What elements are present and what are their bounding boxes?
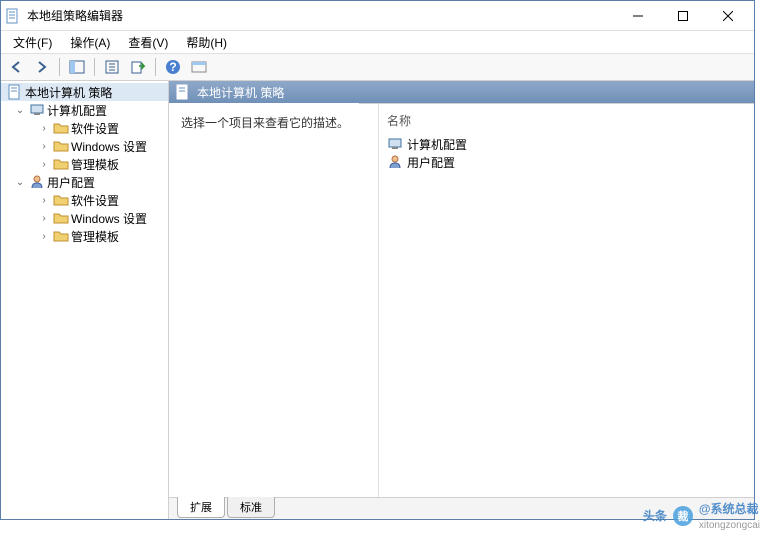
expand-icon[interactable]: ›: [37, 141, 51, 152]
menu-file[interactable]: 文件(F): [5, 32, 60, 53]
watermark-sub: xitongzongcai: [699, 520, 760, 531]
separator: [155, 58, 156, 76]
folder-icon: [53, 120, 69, 136]
list-item-computer[interactable]: 计算机配置: [387, 135, 746, 153]
details-header: 本地计算机 策略: [169, 81, 754, 103]
policy-icon: [7, 84, 23, 100]
minimize-button[interactable]: [615, 2, 660, 30]
back-button[interactable]: [5, 56, 27, 78]
menubar: 文件(F) 操作(A) 查看(V) 帮助(H): [1, 31, 754, 53]
tree-label: 管理模板: [71, 156, 119, 173]
expand-icon[interactable]: ›: [37, 195, 51, 206]
export-button[interactable]: [127, 56, 149, 78]
menu-action[interactable]: 操作(A): [62, 32, 118, 53]
maximize-button[interactable]: [660, 2, 705, 30]
tree-label: 管理模板: [71, 228, 119, 245]
folder-icon: [53, 156, 69, 172]
details-body: 选择一个项目来查看它的描述。 名称 计算机配置 用户配置: [169, 103, 754, 497]
tree-label: Windows 设置: [71, 210, 147, 227]
main-window: 本地组策略编辑器 文件(F) 操作(A) 查看(V) 帮助(H) ? 本地计算机…: [0, 0, 755, 520]
collapse-icon[interactable]: ⌄: [13, 105, 27, 116]
description-text: 选择一个项目来查看它的描述。: [181, 116, 349, 130]
tree-label: 软件设置: [71, 120, 119, 137]
policy-icon: [175, 84, 191, 100]
content-area: 本地计算机 策略 ⌄ 计算机配置 › 软件设置 › Windows 设置 › 管…: [1, 81, 754, 519]
folder-icon: [53, 192, 69, 208]
user-icon: [387, 154, 403, 170]
computer-icon: [387, 136, 403, 152]
view-tabs: 扩展 标准: [169, 497, 754, 519]
tree-pane[interactable]: 本地计算机 策略 ⌄ 计算机配置 › 软件设置 › Windows 设置 › 管…: [1, 81, 169, 519]
tree-windows-settings[interactable]: › Windows 设置: [1, 209, 168, 227]
user-icon: [29, 174, 45, 190]
tree-software-settings[interactable]: › 软件设置: [1, 119, 168, 137]
show-tree-button[interactable]: [66, 56, 88, 78]
window-title: 本地组策略编辑器: [27, 7, 615, 24]
tree-label: 本地计算机 策略: [25, 84, 112, 101]
tree-computer-config[interactable]: ⌄ 计算机配置: [1, 101, 168, 119]
tree-label: 用户配置: [47, 174, 95, 191]
window-controls: [615, 2, 750, 30]
separator: [59, 58, 60, 76]
titlebar: 本地组策略编辑器: [1, 1, 754, 31]
column-header-name[interactable]: 名称: [387, 110, 746, 135]
separator: [94, 58, 95, 76]
console-button[interactable]: [188, 56, 210, 78]
app-icon: [5, 8, 21, 24]
expand-icon[interactable]: ›: [37, 213, 51, 224]
list-item-user[interactable]: 用户配置: [387, 153, 746, 171]
tree-windows-settings[interactable]: › Windows 设置: [1, 137, 168, 155]
list-item-label: 计算机配置: [407, 136, 467, 153]
tree-software-settings[interactable]: › 软件设置: [1, 191, 168, 209]
properties-button[interactable]: [101, 56, 123, 78]
tree-label: Windows 设置: [71, 138, 147, 155]
folder-icon: [53, 228, 69, 244]
expand-icon[interactable]: ›: [37, 123, 51, 134]
details-title: 本地计算机 策略: [197, 84, 284, 101]
tree-admin-templates[interactable]: › 管理模板: [1, 227, 168, 245]
list-panel[interactable]: 名称 计算机配置 用户配置: [379, 104, 754, 497]
forward-button[interactable]: [31, 56, 53, 78]
help-button[interactable]: ?: [162, 56, 184, 78]
menu-view[interactable]: 查看(V): [120, 32, 176, 53]
menu-help[interactable]: 帮助(H): [178, 32, 235, 53]
tree-admin-templates[interactable]: › 管理模板: [1, 155, 168, 173]
folder-icon: [53, 210, 69, 226]
tree-user-config[interactable]: ⌄ 用户配置: [1, 173, 168, 191]
tree-root[interactable]: 本地计算机 策略: [1, 83, 168, 101]
svg-text:?: ?: [169, 60, 176, 74]
close-button[interactable]: [705, 2, 750, 30]
collapse-icon[interactable]: ⌄: [13, 177, 27, 188]
tab-extended[interactable]: 扩展: [177, 497, 225, 518]
tab-standard[interactable]: 标准: [227, 497, 275, 518]
list-item-label: 用户配置: [407, 154, 455, 171]
expand-icon[interactable]: ›: [37, 231, 51, 242]
computer-icon: [29, 102, 45, 118]
expand-icon[interactable]: ›: [37, 159, 51, 170]
toolbar: ?: [1, 53, 754, 81]
tree-label: 计算机配置: [47, 102, 107, 119]
details-pane: 本地计算机 策略 选择一个项目来查看它的描述。 名称 计算机配置 用户配置: [169, 81, 754, 519]
folder-icon: [53, 138, 69, 154]
tree-label: 软件设置: [71, 192, 119, 209]
description-panel: 选择一个项目来查看它的描述。: [169, 104, 379, 497]
